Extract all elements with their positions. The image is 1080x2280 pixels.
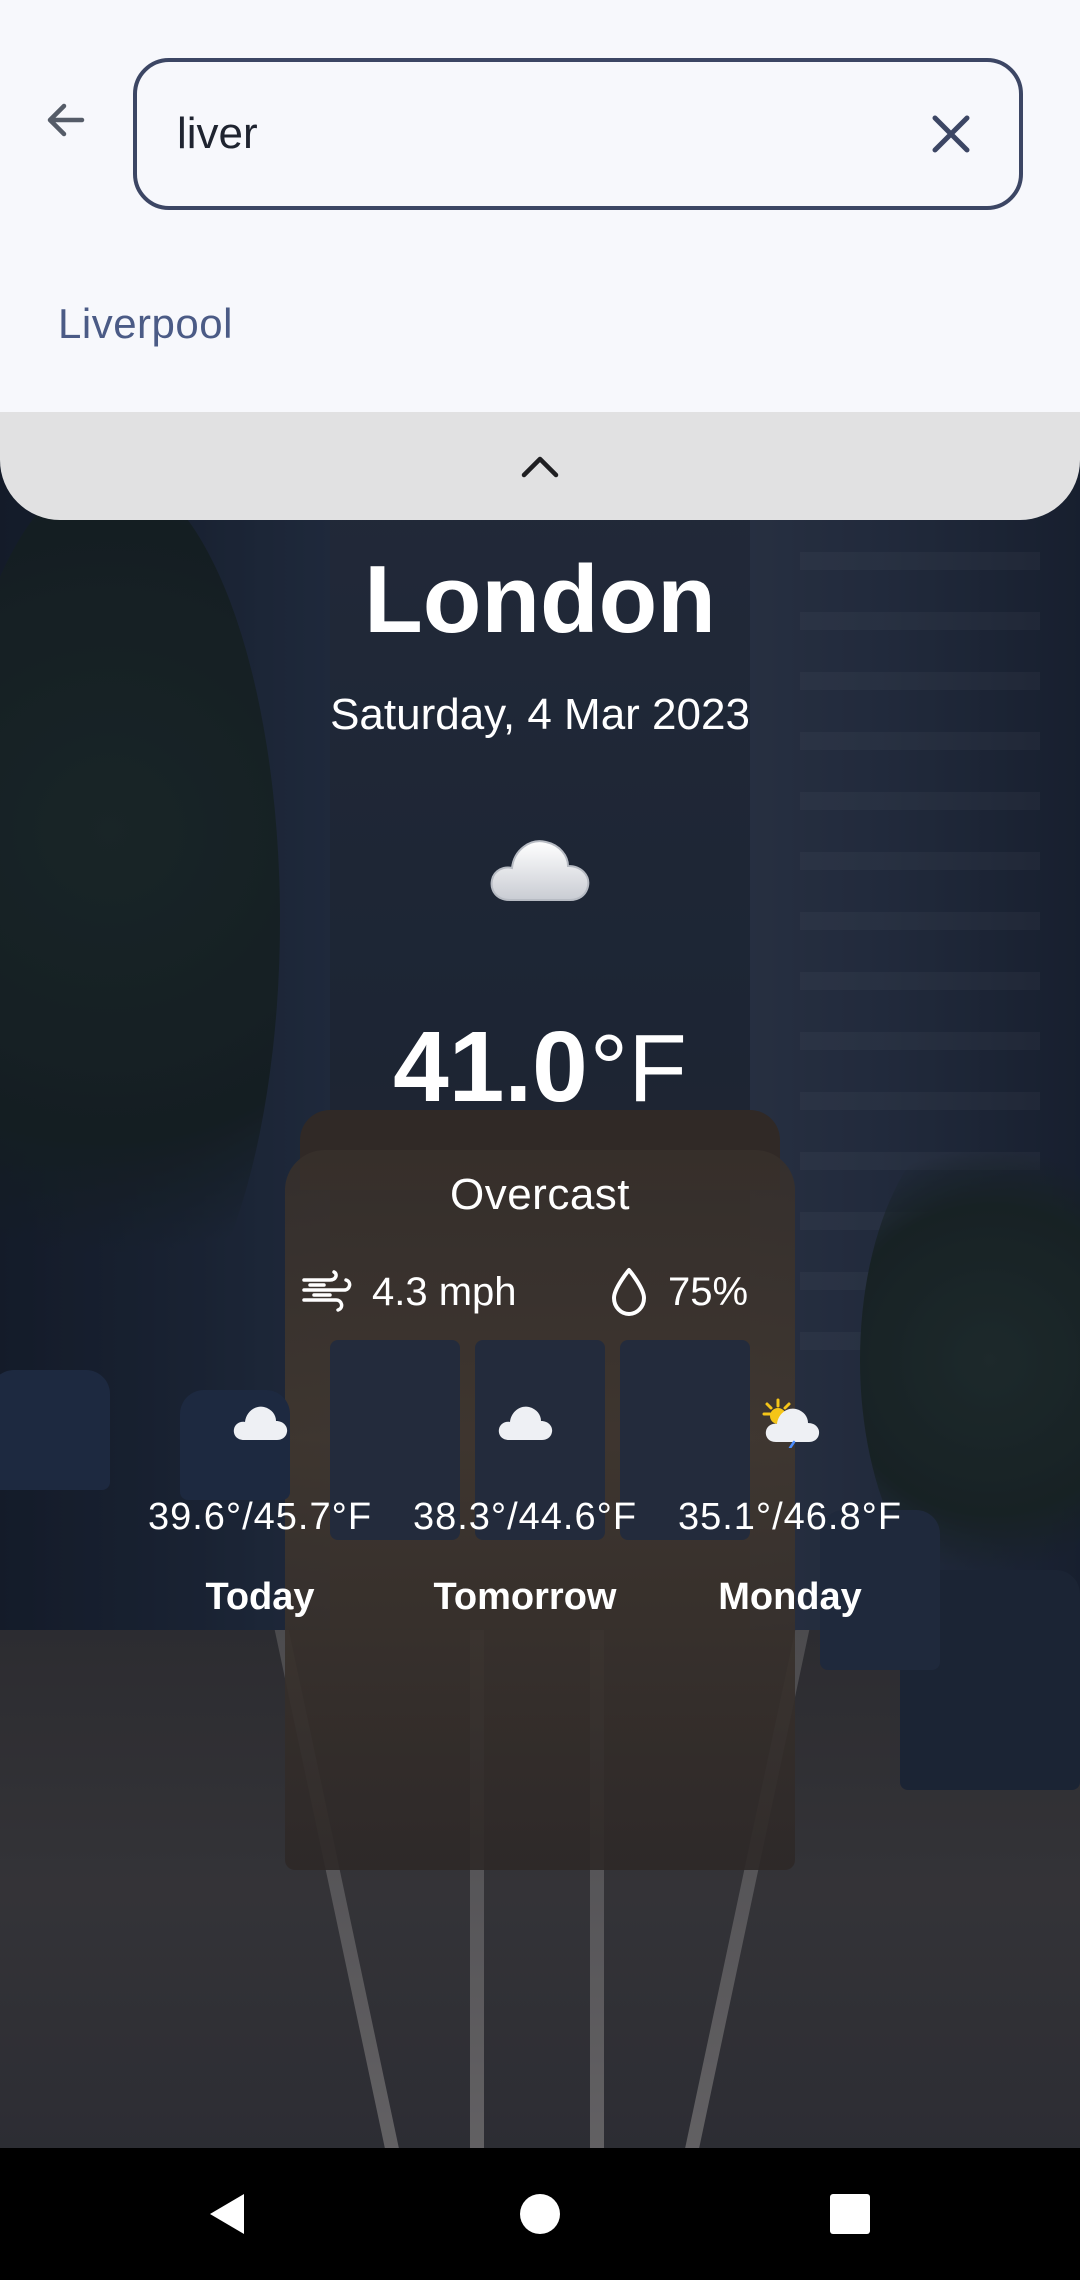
- droplet-icon: [612, 1268, 646, 1316]
- forecast-day: Tomorrow: [433, 1576, 617, 1618]
- nav-home-button[interactable]: [474, 2148, 606, 2280]
- chevron-up-icon: [521, 456, 559, 478]
- square-recents-icon: [830, 2194, 870, 2234]
- search-field[interactable]: [133, 58, 1023, 210]
- close-icon: [932, 115, 970, 153]
- wind-icon: [302, 1270, 352, 1312]
- cloud-icon: [498, 1406, 553, 1440]
- partly-sunny-icon: [762, 1398, 820, 1448]
- forecast-item-monday: 35.1°/46.8°F Monday: [660, 1398, 920, 1640]
- temperature-unit: °F: [589, 1015, 687, 1122]
- cloud-icon: [490, 840, 590, 901]
- nav-recents-button[interactable]: [784, 2148, 916, 2280]
- temperature-value: 41.0: [393, 1011, 588, 1123]
- search-input[interactable]: [177, 98, 877, 170]
- nav-back-button[interactable]: [160, 2148, 292, 2280]
- forecast-item-today: 39.6°/45.7°F Today: [130, 1400, 390, 1640]
- search-suggestion-liverpool[interactable]: Liverpool: [58, 300, 233, 348]
- forecast-list: 39.6°/45.7°F Today 38.3°/44.6°F Tomorrow…: [0, 1398, 1080, 1640]
- circle-home-icon: [520, 2194, 560, 2234]
- forecast-temp-range: 35.1°/46.8°F: [677, 1496, 903, 1538]
- forecast-temp-range: 38.3°/44.6°F: [412, 1496, 638, 1538]
- back-button[interactable]: [36, 90, 96, 150]
- humidity-value: 75%: [668, 1269, 749, 1314]
- forecast-day: Today: [205, 1576, 315, 1618]
- forecast-day: Monday: [718, 1576, 862, 1618]
- search-panel: Liverpool: [0, 0, 1080, 412]
- triangle-back-icon: [210, 2194, 244, 2234]
- current-temperature: 41.0°F: [0, 1010, 1080, 1125]
- arrow-left-icon: [47, 103, 85, 137]
- clear-search-button[interactable]: [921, 104, 981, 164]
- forecast-temp-range: 39.6°/45.7°F: [147, 1496, 373, 1538]
- city-name: London: [364, 546, 716, 653]
- cloud-icon: [233, 1406, 288, 1440]
- humidity-stat: 75%: [608, 1262, 748, 1322]
- wind-stat: 4.3 mph: [300, 1262, 517, 1322]
- forecast-item-tomorrow: 38.3°/44.6°F Tomorrow: [395, 1400, 655, 1640]
- wind-speed: 4.3 mph: [372, 1269, 517, 1314]
- weather-condition: Overcast: [449, 1170, 631, 1219]
- current-date: Saturday, 4 Mar 2023: [330, 690, 750, 739]
- sheet-toggle[interactable]: [0, 412, 1080, 520]
- weather-stats: 4.3 mph 75%: [0, 1262, 1080, 1322]
- system-nav-bar: [0, 2148, 1080, 2280]
